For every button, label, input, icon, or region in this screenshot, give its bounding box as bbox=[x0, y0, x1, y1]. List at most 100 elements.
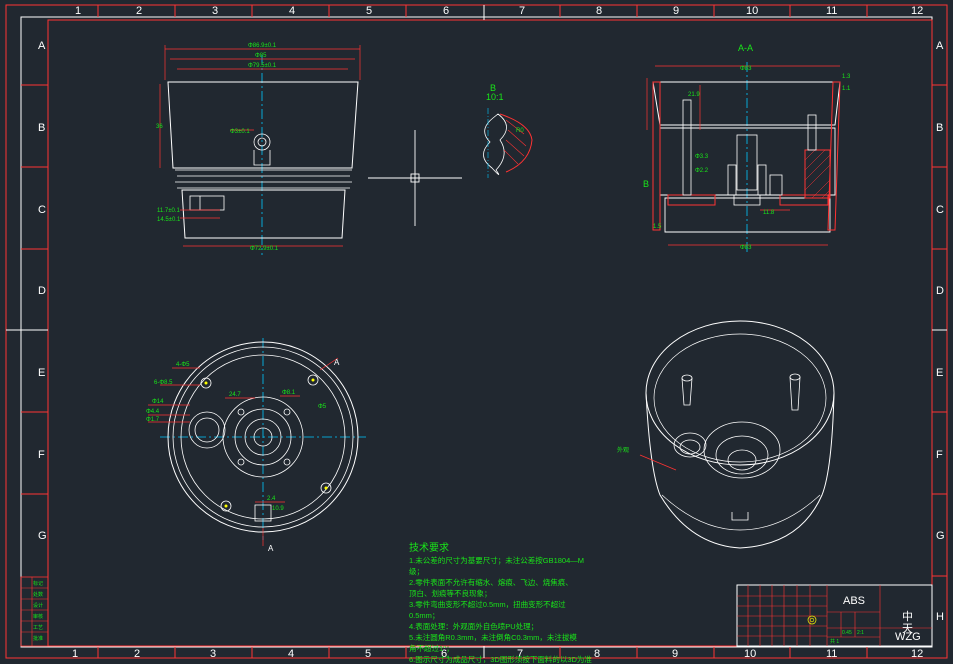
cad-drawing: 1 2 3 4 5 6 7 8 9 10 11 12 1 2 3 4 5 6 7… bbox=[5, 4, 948, 664]
notes-line: 角不超过1°； bbox=[409, 643, 454, 653]
revision-cell: 设计 bbox=[33, 602, 43, 609]
grid-row-label: G bbox=[936, 530, 945, 542]
projection-symbol-inner-icon bbox=[809, 617, 815, 623]
grid-col-label: 7 bbox=[519, 5, 525, 17]
notes-line: 4.表面处理：外观面外自色喷PU处理； bbox=[409, 621, 538, 631]
drawing-area bbox=[47, 19, 933, 647]
section-label: A-A bbox=[738, 43, 753, 53]
notes-title: 技术要求 bbox=[409, 541, 449, 554]
grid-col-label: 3 bbox=[212, 5, 218, 17]
grid-row-label: A bbox=[38, 40, 46, 52]
detail-b-view: B 10:1 R0 bbox=[483, 83, 533, 178]
dim-plan-4: Φ14 bbox=[152, 399, 164, 405]
grid-col-label: 12 bbox=[911, 648, 923, 660]
grid-col-label: 9 bbox=[672, 648, 678, 660]
grid-rows-right: A B C D E F G H bbox=[936, 40, 945, 623]
notes-line: 2.零件表面不允许有缩水、熔痕、飞边、烧焦痕、 bbox=[409, 577, 573, 587]
dim-front-top-2: Φ85 bbox=[255, 53, 267, 59]
grid-col-label: 1 bbox=[75, 5, 81, 17]
grid-rows-left: A B C D E F G bbox=[38, 40, 47, 542]
grid-col-label: 2 bbox=[136, 5, 142, 17]
grid-row-label: C bbox=[936, 204, 944, 216]
dim-plan-3: 24.7 bbox=[229, 392, 241, 398]
grid-col-label: 11 bbox=[826, 648, 837, 660]
projection-symbol-icon bbox=[807, 615, 817, 625]
dim-sec-h1: 21.9 bbox=[688, 92, 700, 98]
dim-plan-5: Φ4.4 bbox=[146, 409, 160, 415]
revision-cell: 处数 bbox=[33, 591, 43, 598]
grid-row-label: E bbox=[936, 367, 943, 379]
dim-front-bottom: Φ72.9±0.1 bbox=[250, 246, 279, 252]
grid-row-label: F bbox=[936, 449, 943, 461]
cut-mark-top: A bbox=[334, 358, 340, 367]
notes-line: 级； bbox=[409, 566, 424, 576]
revision-cell: 审核 bbox=[33, 613, 43, 620]
iso-label: 外观 bbox=[617, 446, 629, 454]
notes-line: 3.零件弯曲变形不超过0.5mm，扭曲变形不超过 bbox=[409, 599, 566, 609]
section-b-mark: B bbox=[643, 179, 649, 189]
grid-col-label: 4 bbox=[289, 5, 295, 17]
grid-col-label: 4 bbox=[288, 648, 294, 660]
isometric-view bbox=[639, 320, 835, 549]
revision-cell: 批准 bbox=[33, 635, 43, 642]
grid-col-label: 9 bbox=[673, 5, 679, 17]
grid-row-label: B bbox=[936, 122, 943, 134]
weight-value: 0.45 bbox=[842, 630, 852, 636]
drawing-code: WZG bbox=[895, 631, 921, 643]
grid-col-label: 8 bbox=[596, 5, 602, 17]
grid-col-label: 5 bbox=[365, 648, 371, 660]
grid-row-label: B bbox=[38, 122, 45, 134]
grid-row-label: D bbox=[38, 285, 46, 297]
material-label: ABS bbox=[843, 595, 865, 607]
grid-row-label: E bbox=[38, 367, 45, 379]
dim-plan-1: 4-Φ5 bbox=[176, 362, 190, 368]
grid-col-label: 12 bbox=[911, 5, 923, 17]
dim-sec-top: Φ83 bbox=[740, 66, 752, 72]
front-view: Φ86.9±0.1 Φ85 Φ79.5±0.1 36 Φ3±0.1 11.7±0… bbox=[156, 43, 361, 255]
dim-plan-2: 6-Φ8.5 bbox=[154, 380, 173, 386]
dim-sec-r1: 1.3 bbox=[842, 74, 851, 80]
dim-plan-7: Φ8.1 bbox=[282, 390, 296, 396]
dim-front-hole: Φ3±0.1 bbox=[230, 129, 250, 135]
grid-row-label: F bbox=[38, 449, 45, 461]
dim-sec-d2: Φ2.2 bbox=[695, 168, 709, 174]
dim-front-side: 36 bbox=[156, 124, 163, 130]
grid-row-label: C bbox=[38, 204, 46, 216]
dim-plan-8: Φ5 bbox=[318, 404, 327, 410]
dim-front-top-1: Φ86.9±0.1 bbox=[248, 43, 277, 49]
grid-row-label: A bbox=[936, 40, 944, 52]
grid-col-label: 6 bbox=[443, 5, 449, 17]
grid-col-label: 10 bbox=[744, 648, 756, 660]
grid-row-label: G bbox=[38, 530, 47, 542]
revision-cell: 标记 bbox=[33, 580, 43, 587]
grid-row-label: H bbox=[936, 611, 944, 623]
dim-sec-bottom: Φ83 bbox=[740, 245, 752, 251]
detail-scale: 10:1 bbox=[486, 92, 504, 102]
company-line-1: 中 bbox=[902, 610, 913, 623]
dim-sec-d1: Φ3.3 bbox=[695, 154, 709, 160]
cut-mark-bottom: A bbox=[268, 544, 274, 553]
notes-line: 顶白、划痕等不良现象； bbox=[409, 588, 492, 598]
grid-col-label: 11 bbox=[826, 5, 837, 17]
scale-value: 2:1 bbox=[857, 630, 864, 636]
section-aa-view: A-A Φ83 Φ83 1.3 1.1 21.9 Φ3.3 Φ2.2 11.8 … bbox=[643, 43, 851, 252]
dim-plan-10: 10.9 bbox=[272, 506, 284, 512]
grid-col-label: 1 bbox=[72, 648, 78, 660]
grid-row-label: D bbox=[936, 285, 944, 297]
notes-line: 0.5mm； bbox=[409, 611, 439, 620]
grid-columns-top: 1 2 3 4 5 6 7 8 9 10 11 12 bbox=[75, 5, 923, 17]
dim-plan-9: 2.4 bbox=[267, 496, 276, 502]
dim-plan-6: Φ1.7 bbox=[146, 417, 160, 423]
sheet-value: 共 1 bbox=[830, 638, 839, 645]
crosshair-cursor bbox=[368, 130, 462, 226]
grid-col-label: 3 bbox=[210, 648, 216, 660]
grid-col-label: 10 bbox=[746, 5, 758, 17]
revision-cell: 工艺 bbox=[33, 625, 43, 631]
grid-col-label: 2 bbox=[134, 648, 140, 660]
dim-sec-side: 1.5 bbox=[653, 224, 662, 230]
dim-front-w1: 11.7±0.1 bbox=[157, 208, 181, 214]
grid-col-label: 5 bbox=[366, 5, 372, 17]
dim-sec-w: 11.8 bbox=[763, 210, 775, 216]
notes-line: 6.图示尺寸为成品尺寸，3D图形须按下面料的以3D为准 bbox=[409, 654, 592, 664]
dim-front-top-3: Φ79.5±0.1 bbox=[248, 63, 277, 69]
